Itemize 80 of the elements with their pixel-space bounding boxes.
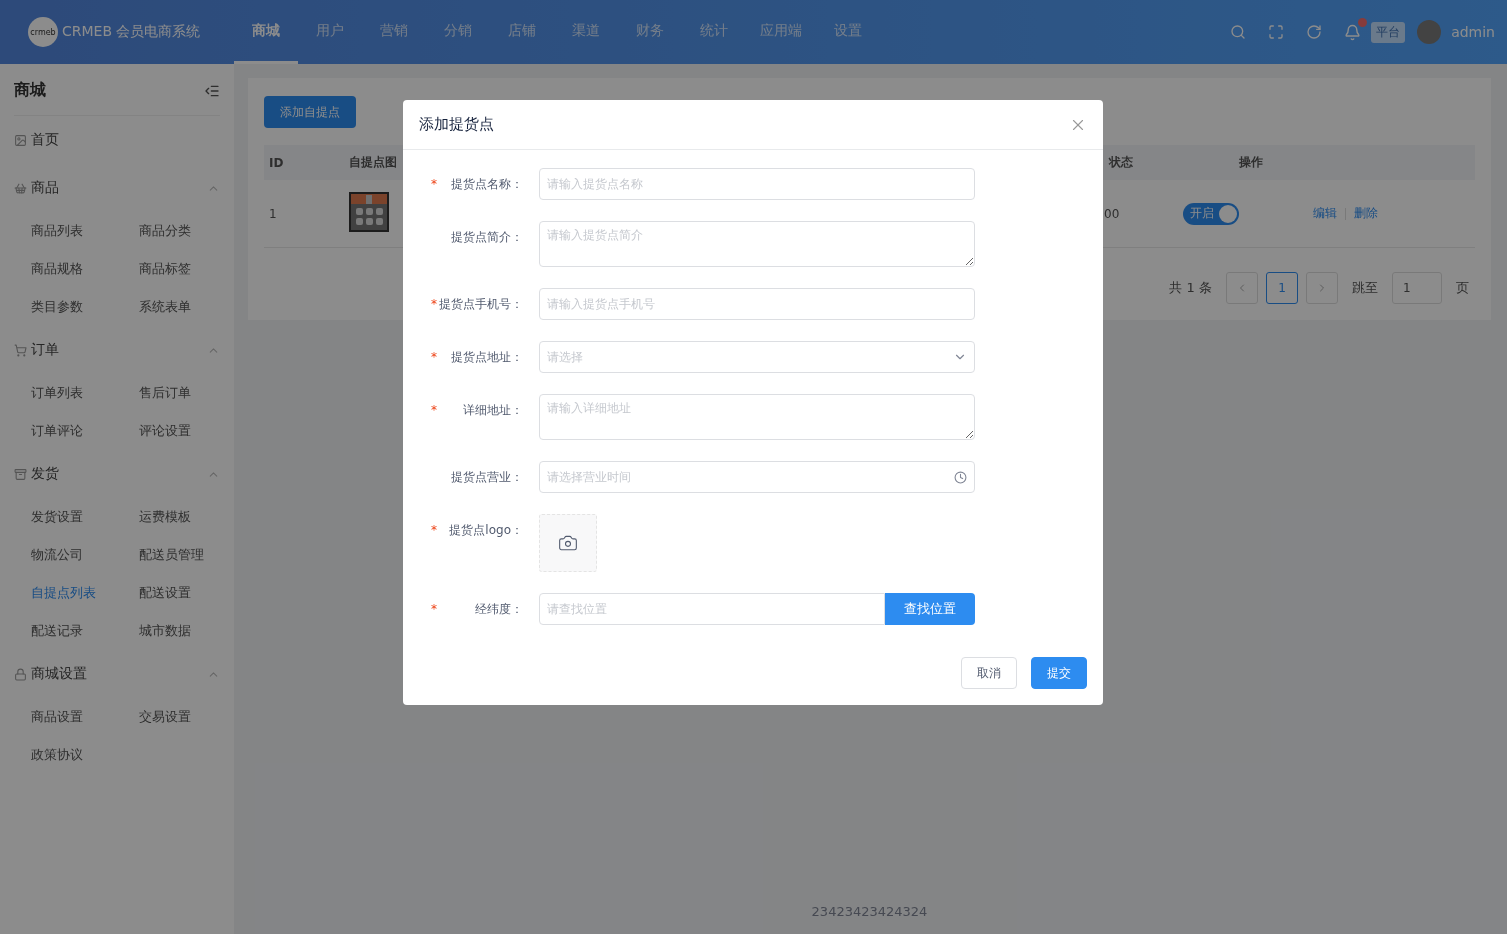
field-label: 提货点名称： [450,176,524,193]
nav-tab[interactable]: 商城 [234,0,298,64]
menu-item[interactable]: 评论设置 [139,412,220,450]
camera-icon [558,533,578,553]
prev-page-button[interactable] [1226,272,1258,304]
avatar[interactable] [1417,20,1442,44]
menu-item[interactable]: 运费模板 [139,498,220,536]
dialog-title: 添加提货点 [419,115,494,134]
next-page-button[interactable] [1306,272,1338,304]
required-mark: * [430,402,438,419]
menu-item[interactable]: 配送设置 [139,574,220,612]
column-header: 自提点图 [348,154,398,171]
menu-item[interactable]: 商品设置 [31,698,139,736]
menu-item[interactable]: 交易设置 [139,698,220,736]
action-link[interactable]: 编辑 [1313,206,1337,220]
basket-icon [14,181,27,195]
page-unit: 页 [1456,279,1469,297]
lock-icon [14,667,27,681]
column-header: 操作 [1238,154,1264,171]
field-label: 提货点营业： [450,469,524,486]
menu-item[interactable]: 商品分类 [139,212,220,250]
menu-item[interactable]: 物流公司 [31,536,139,574]
page-input[interactable]: 1 [1392,272,1442,304]
menu-item[interactable]: 商品标签 [139,250,220,288]
app-title: CRMEB 会员电商系统 [62,23,201,41]
menu-item[interactable]: 商品列表 [31,212,139,250]
column-header: ID [268,155,285,170]
total-count: 共 1 条 [1169,279,1212,297]
menu-item[interactable]: 发货设置 [31,498,139,536]
cart-icon [14,343,27,357]
upload-button[interactable] [539,514,597,572]
user-name[interactable]: admin [1451,24,1495,40]
menu-item[interactable]: 商品规格 [31,250,139,288]
page-button[interactable]: 1 [1266,272,1298,304]
image-icon [14,133,27,147]
footer-text: 23423423424324 [811,903,928,919]
field-label: 提货点手机号： [439,296,524,313]
logo: crmeb [28,17,58,47]
search-icon[interactable] [1230,24,1247,40]
menu-item[interactable]: 自提点列表 [31,574,139,612]
menu-group[interactable]: 商城设置 [14,650,220,698]
menu-item[interactable]: 类目参数 [31,288,139,326]
menu-item[interactable]: 政策协议 [31,736,139,774]
field-label: 提货点地址： [450,349,524,366]
menu-group[interactable]: 订单 [14,326,220,374]
menu-item[interactable]: 城市数据 [139,612,220,650]
jump-label: 跳至 [1352,279,1378,297]
clock-icon [954,470,967,484]
cancel-button[interactable]: 取消 [961,657,1017,689]
required-mark: * [430,349,438,366]
fullscreen-icon[interactable] [1268,24,1285,40]
action-link[interactable]: 删除 [1354,206,1378,220]
menu-group[interactable]: 商品 [14,164,220,212]
find-location-button[interactable]: 查找位置 [885,593,975,625]
required-mark: * [430,296,438,313]
menu-item[interactable]: 订单评论 [31,412,139,450]
required-mark: * [430,601,438,618]
field-label: 详细地址： [462,402,524,419]
status-switch[interactable]: 开启 [1183,202,1239,225]
field-label: 提货点logo： [448,522,524,539]
add-button[interactable]: 添加自提点 [264,96,356,128]
menu-item[interactable]: 配送记录 [31,612,139,650]
menu-item[interactable]: 订单列表 [31,374,139,412]
menu-group[interactable]: 发货 [14,450,220,498]
menu-item[interactable]: 系统表单 [139,288,220,326]
menu-item[interactable]: 售后订单 [139,374,220,412]
table-cell-text: 00 [1103,206,1121,221]
table-cell-text: 1 [268,206,278,221]
required-mark: * [430,522,438,539]
submit-button[interactable]: 提交 [1031,657,1087,689]
bell-icon[interactable] [1344,23,1362,41]
sidebar-title: 商城 [14,80,46,101]
refresh-icon[interactable] [1306,24,1323,40]
archive-icon [14,467,27,481]
field-label: 经纬度： [474,601,524,618]
menu-item[interactable]: 首页 [14,116,220,164]
menu-item[interactable]: 配送员管理 [139,536,220,574]
column-header: 状态 [1107,154,1134,171]
field-label: 提货点简介： [450,229,524,246]
required-mark: * [430,176,438,193]
